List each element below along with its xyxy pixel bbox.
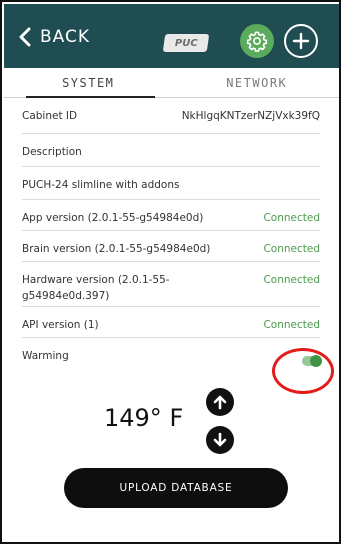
tab-network-label: NETWORK xyxy=(226,75,288,90)
arrow-up-icon xyxy=(213,395,227,410)
row-brain-version: Brain version (2.0.1-55-g54984e0d) Conne… xyxy=(22,231,320,262)
upload-database-label: UPLOAD DATABASE xyxy=(119,482,233,494)
row-api-version: API version (1) Connected xyxy=(22,307,320,338)
arrow-down-icon xyxy=(213,432,227,447)
chevron-left-icon xyxy=(18,26,36,48)
temperature-readout: 149° F xyxy=(104,404,184,432)
status-value: Connected xyxy=(263,212,320,224)
row-label: Brain version (2.0.1-55-g54984e0d) xyxy=(22,243,211,255)
row-label: Description xyxy=(22,146,82,158)
row-label: Cabinet ID xyxy=(22,110,78,122)
brand-logo: PUC xyxy=(162,34,210,52)
add-button[interactable] xyxy=(284,24,318,58)
system-info-list: Cabinet ID NkHlgqKNTzerNZjVxk39fQ Descri… xyxy=(22,98,322,378)
gear-icon xyxy=(246,31,268,52)
row-cabinet-id: Cabinet ID NkHlgqKNTzerNZjVxk39fQ xyxy=(22,98,320,134)
plus-icon xyxy=(292,32,310,50)
row-app-version: App version (2.0.1-55-g54984e0d) Connect… xyxy=(22,200,320,231)
row-label: Hardware version (2.0.1-55-g54984e0d.397… xyxy=(22,274,170,302)
tab-bar: SYSTEM NETWORK xyxy=(4,68,340,98)
status-value: Connected xyxy=(263,319,320,331)
tab-system[interactable]: SYSTEM xyxy=(4,68,173,98)
app-frame: BACK PUC SYSTEM NETWORK Cabinet ID NkHlg… xyxy=(0,0,341,544)
app-header: BACK PUC xyxy=(4,4,339,68)
tab-system-label: SYSTEM xyxy=(62,75,115,90)
settings-button[interactable] xyxy=(240,24,274,58)
highlight-circle xyxy=(272,348,334,394)
row-label: API version (1) xyxy=(22,319,99,331)
tab-network[interactable]: NETWORK xyxy=(173,68,340,97)
back-label: BACK xyxy=(40,27,91,47)
row-label: Warming xyxy=(22,350,69,362)
row-label: App version (2.0.1-55-g54984e0d) xyxy=(22,212,204,224)
status-value: Connected xyxy=(263,243,320,255)
upload-database-button[interactable]: UPLOAD DATABASE xyxy=(64,468,288,508)
back-button[interactable]: BACK xyxy=(18,24,90,50)
temperature-up-button[interactable] xyxy=(206,388,234,416)
description-value: PUCH-24 slimline with addons xyxy=(22,179,180,191)
row-description-value: PUCH-24 slimline with addons xyxy=(22,167,320,200)
row-hardware-version: Hardware version (2.0.1-55-g54984e0d.397… xyxy=(22,262,320,307)
cabinet-id-value: NkHlgqKNTzerNZjVxk39fQ xyxy=(181,110,320,122)
row-description: Description xyxy=(22,134,320,167)
status-value: Connected xyxy=(263,274,320,286)
temperature-down-button[interactable] xyxy=(206,426,234,454)
logo-text: PUC xyxy=(174,37,198,49)
